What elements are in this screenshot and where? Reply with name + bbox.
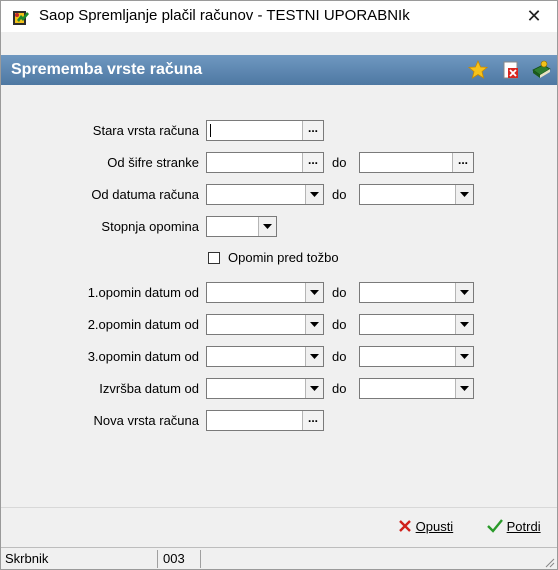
izvrsba-from-date-picker[interactable] <box>206 378 324 399</box>
opomin2-label: 2.opomin datum od <box>87 317 199 332</box>
form-title: Sprememba vrste računa <box>11 61 203 78</box>
opomin-tozbo-label: Opomin pred tožbo <box>228 250 339 265</box>
izvrsba-label: Izvršba datum od <box>99 381 199 396</box>
do-label: do <box>332 285 347 300</box>
confirm-label: Potrdi <box>506 519 541 534</box>
od-datuma-date-picker[interactable] <box>206 184 324 205</box>
do-label: do <box>332 187 347 202</box>
dropdown-arrow-icon[interactable] <box>455 315 473 334</box>
dropdown-arrow-icon[interactable] <box>305 379 323 398</box>
stara-vrsta-input[interactable]: ... <box>206 120 324 141</box>
od-sifre-label: Od šifre stranke <box>107 155 199 170</box>
dropdown-arrow-icon[interactable] <box>305 347 323 366</box>
cancel-button[interactable]: Opusti <box>398 519 453 534</box>
do-datuma-date-picker[interactable] <box>359 184 474 205</box>
nova-vrsta-label: Nova vrsta računa <box>93 413 200 428</box>
stara-vrsta-browse-button[interactable]: ... <box>302 121 323 140</box>
text-caret <box>210 124 211 137</box>
form-area: Stara vrsta računa ... Od šifre stranke … <box>1 85 557 505</box>
do-label: do <box>332 381 347 396</box>
app-icon <box>13 11 29 25</box>
do-label: do <box>332 317 347 332</box>
window-title: Saop Spremljanje plačil računov - TESTNI… <box>39 7 410 24</box>
od-datuma-label: Od datuma računa <box>91 187 199 202</box>
cancel-label: Opusti <box>415 519 454 534</box>
opomin1-label: 1.opomin datum od <box>87 285 199 300</box>
opomin2-to-date-picker[interactable] <box>359 314 474 335</box>
dropdown-arrow-icon[interactable] <box>455 347 473 366</box>
close-button[interactable]: ✕ <box>511 1 557 32</box>
checkmark-icon <box>487 519 503 533</box>
dropdown-arrow-icon[interactable] <box>455 283 473 302</box>
do-sifre-input[interactable]: ... <box>359 152 474 173</box>
stara-vrsta-label: Stara vrsta računa <box>92 123 199 138</box>
dropdown-arrow-icon[interactable] <box>305 315 323 334</box>
status-code: 003 <box>161 550 201 568</box>
opomin3-from-date-picker[interactable] <box>206 346 324 367</box>
help-book-icon[interactable] <box>531 60 551 80</box>
opomin1-from-date-picker[interactable] <box>206 282 324 303</box>
do-label: do <box>332 349 347 364</box>
opomin2-from-date-picker[interactable] <box>206 314 324 335</box>
od-sifre-browse-button[interactable]: ... <box>302 153 323 172</box>
stopnja-label: Stopnja opomina <box>101 219 199 234</box>
status-empty <box>204 550 544 568</box>
opomin-tozbo-checkbox[interactable] <box>208 252 220 264</box>
stopnja-select[interactable] <box>206 216 277 237</box>
do-label: do <box>332 155 347 170</box>
opomin3-label: 3.opomin datum od <box>87 349 199 364</box>
dropdown-arrow-icon[interactable] <box>258 217 276 236</box>
dropdown-arrow-icon[interactable] <box>455 379 473 398</box>
form-header: Sprememba vrste računa <box>1 55 557 85</box>
dropdown-arrow-icon[interactable] <box>455 185 473 204</box>
close-icon <box>399 520 411 532</box>
nova-vrsta-input[interactable]: ... <box>206 410 324 431</box>
od-sifre-input[interactable]: ... <box>206 152 324 173</box>
dropdown-arrow-icon[interactable] <box>305 283 323 302</box>
opomin3-to-date-picker[interactable] <box>359 346 474 367</box>
dropdown-arrow-icon[interactable] <box>305 185 323 204</box>
title-bar: Saop Spremljanje plačil računov - TESTNI… <box>1 1 557 32</box>
star-icon[interactable] <box>468 60 488 80</box>
nova-vrsta-browse-button[interactable]: ... <box>302 411 323 430</box>
opomin1-to-date-picker[interactable] <box>359 282 474 303</box>
main-window: Saop Spremljanje plačil računov - TESTNI… <box>0 0 558 570</box>
do-sifre-browse-button[interactable]: ... <box>452 153 473 172</box>
izvrsba-to-date-picker[interactable] <box>359 378 474 399</box>
footer-bar: Opusti Potrdi <box>1 507 557 548</box>
resize-grip-icon[interactable] <box>545 558 555 568</box>
confirm-button[interactable]: Potrdi <box>487 519 541 534</box>
delete-document-icon[interactable] <box>501 60 521 80</box>
status-bar: Skrbnik 003 <box>1 547 557 569</box>
status-user: Skrbnik <box>3 550 158 568</box>
